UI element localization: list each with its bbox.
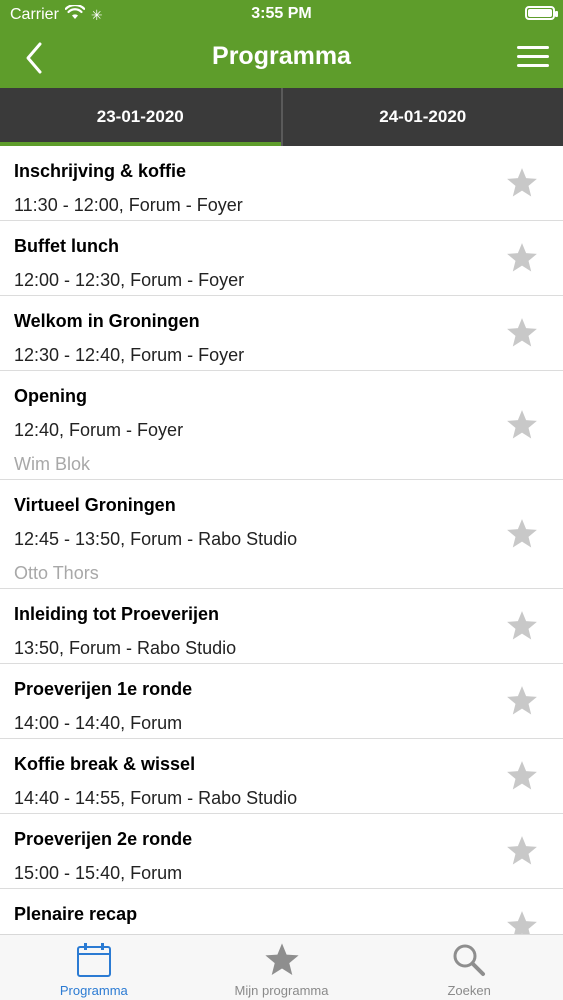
tab-mijn-programma[interactable]: Mijn programma xyxy=(188,935,376,1000)
favorite-star-button[interactable] xyxy=(505,166,539,200)
item-title: Proeverijen 1e ronde xyxy=(14,679,193,699)
menu-button[interactable] xyxy=(517,42,549,72)
list-item[interactable]: Plenaire recap xyxy=(0,889,563,934)
star-icon xyxy=(507,168,537,197)
item-time-location: 14:00 - 14:40, Forum xyxy=(14,713,183,733)
tab-label: Programma xyxy=(59,983,128,998)
favorite-star-button[interactable] xyxy=(505,909,539,934)
chevron-left-icon xyxy=(26,42,42,74)
star-icon xyxy=(507,410,537,439)
item-time-location: 12:40, Forum - Foyer xyxy=(14,420,184,440)
favorite-star-button[interactable] xyxy=(505,684,539,718)
item-time-location: 12:30 - 12:40, Forum - Foyer xyxy=(14,345,245,365)
item-time-location: 11:30 - 12:00, Forum - Foyer xyxy=(14,195,243,215)
favorite-star-button[interactable] xyxy=(505,517,539,551)
star-icon xyxy=(507,243,537,272)
hamburger-line xyxy=(517,64,549,67)
favorite-star-button[interactable] xyxy=(505,834,539,868)
item-title: Buffet lunch xyxy=(14,236,119,256)
status-bar: Carrier ✳ 3:55 PM xyxy=(0,0,563,30)
battery-icon xyxy=(525,6,558,20)
star-icon xyxy=(507,318,537,347)
tab-label: Mijn programma xyxy=(234,983,329,998)
item-title: Inschrijving & koffie xyxy=(14,161,187,181)
program-list[interactable]: Inschrijving & koffie 11:30 - 12:00, For… xyxy=(0,146,563,934)
item-time-location: 13:50, Forum - Rabo Studio xyxy=(14,638,237,658)
back-button[interactable] xyxy=(20,38,60,78)
item-title: Plenaire recap xyxy=(14,904,138,924)
item-title: Proeverijen 2e ronde xyxy=(14,829,193,849)
item-time-location: 15:00 - 15:40, Forum xyxy=(14,863,183,883)
item-speaker: Otto Thors xyxy=(14,563,99,583)
status-time: 3:55 PM xyxy=(251,5,312,22)
list-item[interactable]: Buffet lunch 12:00 - 12:30, Forum - Foye… xyxy=(0,221,563,296)
item-title: Koffie break & wissel xyxy=(14,754,196,774)
date-tabs: 23-01-2020 24-01-2020 xyxy=(0,88,563,146)
tab-date-2[interactable]: 24-01-2020 xyxy=(280,88,563,146)
page-title: Programma xyxy=(212,42,351,70)
bottom-tab-bar: Programma Mijn programma Zoeken xyxy=(0,934,563,1000)
star-icon xyxy=(507,911,537,934)
favorite-star-button[interactable] xyxy=(505,759,539,793)
favorite-star-button[interactable] xyxy=(505,316,539,350)
hamburger-line xyxy=(517,55,549,58)
item-time-location: 12:45 - 13:50, Forum - Rabo Studio xyxy=(14,529,298,549)
star-icon xyxy=(507,761,537,790)
item-time-location: 12:00 - 12:30, Forum - Foyer xyxy=(14,270,245,290)
star-icon xyxy=(507,611,537,640)
favorite-star-button[interactable] xyxy=(505,241,539,275)
nav-bar: Programma xyxy=(0,30,563,88)
tab-programma[interactable]: Programma xyxy=(0,935,188,1000)
list-item[interactable]: Proeverijen 2e ronde 15:00 - 15:40, Foru… xyxy=(0,814,563,889)
favorite-star-button[interactable] xyxy=(505,609,539,643)
item-time-location: 14:40 - 14:55, Forum - Rabo Studio xyxy=(14,788,298,808)
search-icon xyxy=(453,944,486,976)
list-item[interactable]: Welkom in Groningen 12:30 - 12:40, Forum… xyxy=(0,296,563,371)
tab-zoeken[interactable]: Zoeken xyxy=(375,935,563,1000)
tab-label: Zoeken xyxy=(447,983,491,998)
list-item[interactable]: Proeverijen 1e ronde 14:00 - 14:40, Foru… xyxy=(0,664,563,739)
list-item[interactable]: Virtueel Groningen 12:45 - 13:50, Forum … xyxy=(0,480,563,589)
list-item[interactable]: Inleiding tot Proeverijen 13:50, Forum -… xyxy=(0,589,563,664)
list-item[interactable]: Opening 12:40, Forum - Foyer Wim Blok xyxy=(0,371,563,480)
calendar-icon xyxy=(76,943,111,977)
item-speaker: Wim Blok xyxy=(14,454,90,474)
list-item[interactable]: Inschrijving & koffie 11:30 - 12:00, For… xyxy=(0,146,563,221)
star-icon xyxy=(507,686,537,715)
star-icon xyxy=(507,836,537,865)
app-header: Carrier ✳ 3:55 PM Programma xyxy=(0,0,563,88)
list-item[interactable]: Koffie break & wissel 14:40 - 14:55, For… xyxy=(0,739,563,814)
item-title: Welkom in Groningen xyxy=(14,311,200,331)
tab-date-1[interactable]: 23-01-2020 xyxy=(0,88,281,146)
star-icon xyxy=(507,519,537,548)
favorite-star-button[interactable] xyxy=(505,408,539,442)
star-icon xyxy=(264,943,299,976)
item-title: Inleiding tot Proeverijen xyxy=(14,604,220,624)
item-title: Virtueel Groningen xyxy=(14,495,176,515)
item-title: Opening xyxy=(14,386,87,406)
hamburger-line xyxy=(517,46,549,49)
